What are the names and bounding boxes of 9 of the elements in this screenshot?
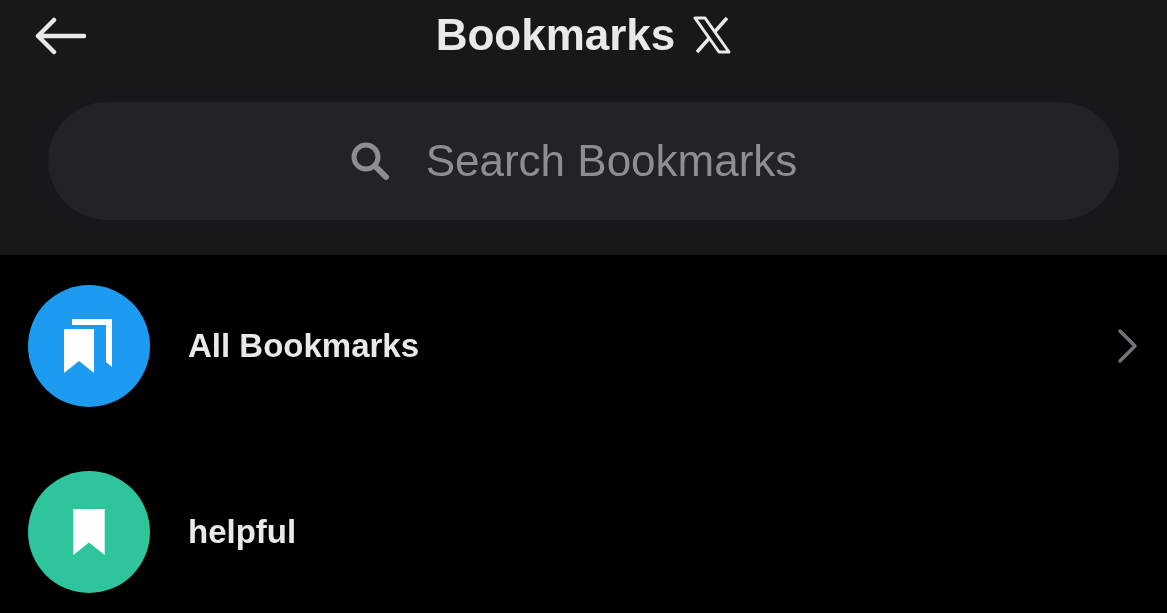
search-icon xyxy=(350,141,390,181)
page-title: Bookmarks xyxy=(435,10,676,60)
folder-name: All Bookmarks xyxy=(188,327,421,365)
back-arrow-icon xyxy=(34,17,86,55)
chevron-right-icon xyxy=(1117,328,1139,364)
folder-name: helpful xyxy=(188,513,298,551)
x-logo-icon xyxy=(693,16,732,54)
bookmark-icon xyxy=(72,509,106,555)
search-field[interactable]: Search Bookmarks xyxy=(48,102,1119,220)
